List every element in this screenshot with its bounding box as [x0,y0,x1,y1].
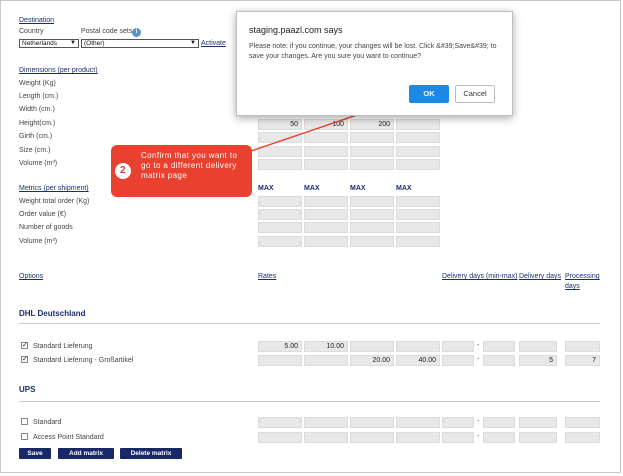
callout-text: Confirm that you want to go to a differe… [141,151,238,180]
dialog-message: Please note: if you continue, your chang… [249,43,497,60]
page-frame: Destination Country Postal code sets i N… [0,0,621,473]
cancel-button[interactable]: Cancel [455,85,495,103]
annotation-callout: 2 Confirm that you want to go to a diffe… [111,145,252,197]
confirm-dialog: staging.paazl.com says Please note: if y… [236,11,513,116]
ok-button[interactable]: OK [409,85,449,103]
step-badge: 2 [115,163,131,179]
dialog-title: staging.paazl.com says [249,25,343,35]
